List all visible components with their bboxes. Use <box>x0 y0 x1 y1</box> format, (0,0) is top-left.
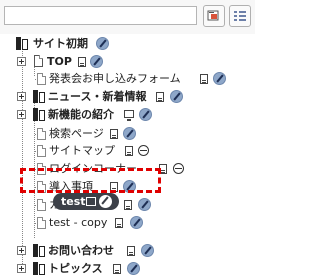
folder-icon <box>33 108 45 121</box>
edit-icon <box>99 195 112 208</box>
page-icon <box>113 264 121 274</box>
folder-icon <box>33 244 45 257</box>
edit-icon[interactable] <box>138 198 151 211</box>
tree-node-top[interactable]: TOP <box>0 53 255 71</box>
expand-icon[interactable] <box>17 264 26 273</box>
page-icon <box>86 197 96 206</box>
tree-node-root[interactable]: サイト初期 <box>0 35 255 53</box>
page-icon <box>78 57 86 67</box>
edit-icon[interactable] <box>213 72 226 85</box>
search-input[interactable] <box>4 6 197 25</box>
screen-icon <box>124 110 134 121</box>
page-icon <box>127 246 135 256</box>
folder-icon <box>33 262 45 275</box>
preview-button[interactable] <box>203 5 225 27</box>
document-icon <box>37 199 46 211</box>
page-tree: サイト初期 TOP 発表会お申し込みフォーム ニュース・新着情報 新機能の紹介 <box>0 34 255 275</box>
tree-node-entry-form[interactable]: 発表会お申し込みフォーム <box>0 70 255 88</box>
globe-icon <box>173 163 184 174</box>
document-icon <box>37 73 46 85</box>
page-icon <box>156 92 164 102</box>
expand-icon[interactable] <box>17 92 26 101</box>
edit-icon[interactable] <box>127 262 140 275</box>
edit-icon[interactable] <box>96 37 109 50</box>
edit-icon[interactable] <box>130 216 143 229</box>
document-icon <box>37 145 46 157</box>
toolbar <box>0 0 255 34</box>
drag-item[interactable]: test <box>53 193 119 210</box>
list-view-icon <box>234 11 246 21</box>
node-label: 新機能の紹介 <box>48 108 114 121</box>
edit-icon[interactable] <box>123 127 136 140</box>
page-icon <box>200 74 208 84</box>
node-label: 検索ページ <box>49 127 104 140</box>
expand-icon[interactable] <box>17 246 26 255</box>
tree-node-news[interactable]: ニュース・新着情報 <box>0 88 255 106</box>
page-icon <box>110 129 118 139</box>
tree-node-features[interactable]: 新機能の紹介 <box>0 106 255 124</box>
expand-icon[interactable] <box>17 57 26 66</box>
node-label: サイトマップ <box>49 144 115 157</box>
edit-icon[interactable] <box>90 55 103 68</box>
node-label: TOP <box>47 55 72 68</box>
edit-icon[interactable] <box>141 244 154 257</box>
tree-node-search-page[interactable]: 検索ページ <box>0 125 255 143</box>
drop-target-highlight <box>20 168 161 193</box>
node-label: トピックス <box>48 262 103 275</box>
document-icon <box>37 217 46 229</box>
tree-node-sitemap[interactable]: サイトマップ <box>0 142 255 160</box>
folder-icon <box>16 37 28 50</box>
page-folder-icon <box>34 55 43 67</box>
node-label: 発表会お申し込みフォーム <box>49 72 181 85</box>
node-label: ニュース・新着情報 <box>48 90 147 103</box>
tree-node-test-copy[interactable]: test - copy <box>0 214 255 232</box>
edit-icon[interactable] <box>170 90 183 103</box>
page-icon <box>115 218 123 228</box>
folder-icon <box>33 90 45 103</box>
drag-item-label: test <box>61 195 86 208</box>
collapse-icon[interactable] <box>17 110 26 119</box>
edit-icon[interactable] <box>139 108 152 121</box>
tree-node-catalog-request[interactable]: カタログ請求 <box>0 196 255 214</box>
tree-node-topics[interactable]: トピックス <box>0 260 255 278</box>
node-label: test - copy <box>49 216 108 229</box>
preview-icon <box>207 10 219 21</box>
page-icon <box>125 146 133 156</box>
globe-icon <box>138 145 149 156</box>
node-label: お問い合わせ <box>48 244 114 257</box>
document-icon <box>37 128 46 140</box>
page-icon <box>124 200 132 210</box>
tree-node-inquiry[interactable]: お問い合わせ <box>0 242 255 260</box>
list-view-button[interactable] <box>229 5 251 27</box>
node-label: サイト初期 <box>33 37 88 50</box>
